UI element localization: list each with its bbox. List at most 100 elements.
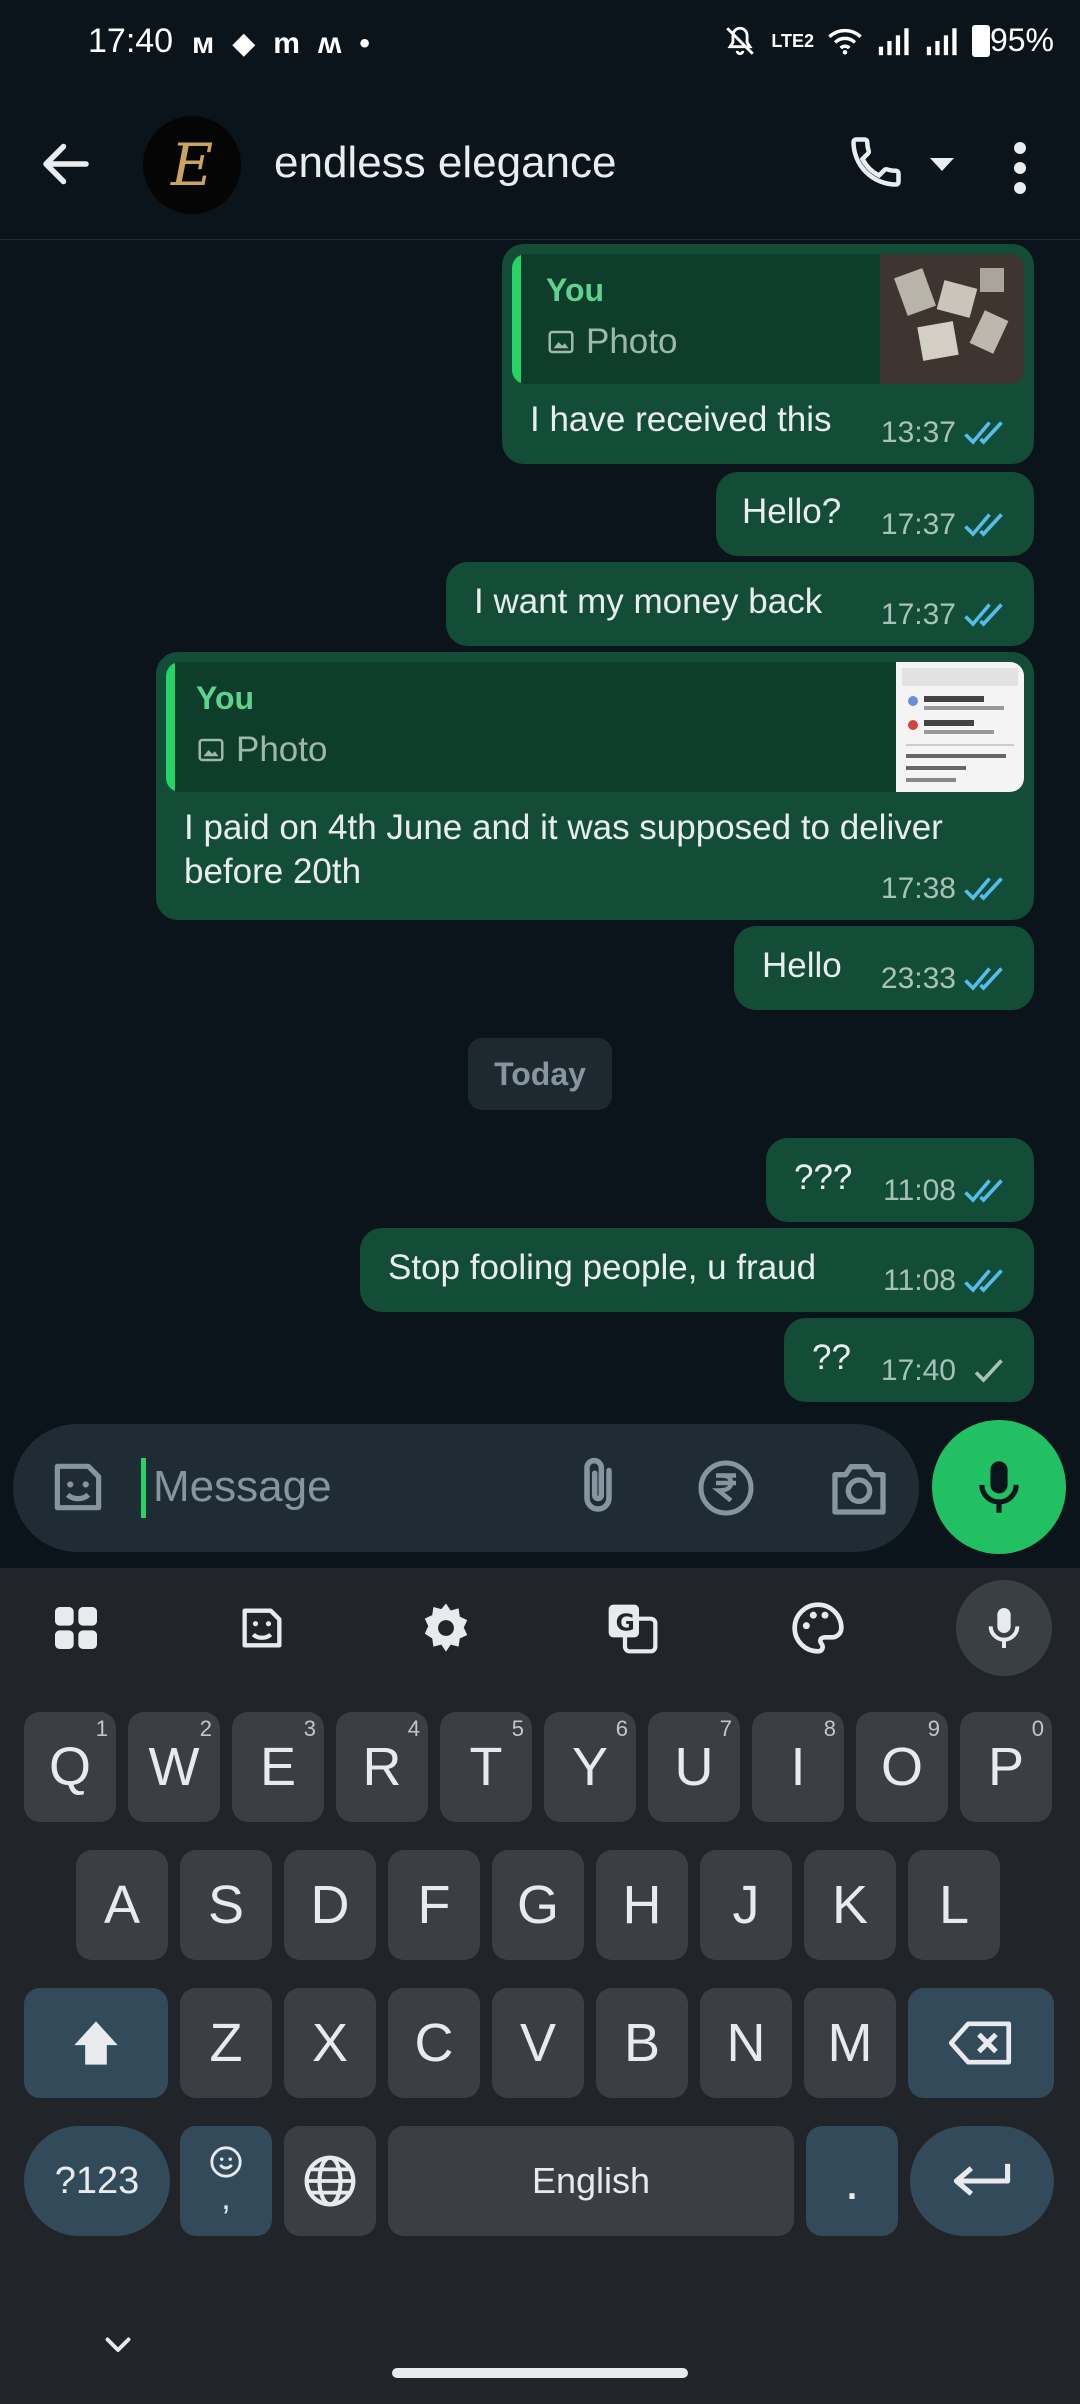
key-y[interactable]: Y6 bbox=[544, 1712, 636, 1822]
more-options-icon[interactable] bbox=[1000, 138, 1040, 198]
key-r[interactable]: R4 bbox=[336, 1712, 428, 1822]
attach-icon[interactable] bbox=[565, 1454, 631, 1520]
sticker-icon[interactable] bbox=[230, 1596, 294, 1660]
theme-palette-icon[interactable] bbox=[786, 1596, 850, 1660]
key-f[interactable]: F bbox=[388, 1850, 480, 1960]
backspace-icon bbox=[949, 2021, 1012, 2065]
key-t[interactable]: T5 bbox=[440, 1712, 532, 1822]
shift-key[interactable] bbox=[24, 1988, 168, 2098]
photo-thumbnail[interactable] bbox=[880, 254, 1024, 384]
key-q[interactable]: Q1 bbox=[24, 1712, 116, 1822]
language-key[interactable] bbox=[284, 2126, 376, 2236]
contact-name[interactable]: endless elegance bbox=[274, 138, 616, 188]
symbols-key[interactable]: ?123 bbox=[24, 2126, 170, 2236]
space-key[interactable]: English bbox=[388, 2126, 794, 2236]
key-m[interactable]: M bbox=[804, 1988, 896, 2098]
key-d[interactable]: D bbox=[284, 1850, 376, 1960]
backspace-key[interactable] bbox=[908, 1988, 1054, 2098]
photo-thumbnail[interactable] bbox=[896, 662, 1024, 792]
text-cursor bbox=[141, 1458, 146, 1518]
key-c[interactable]: C bbox=[388, 1988, 480, 2098]
network-type: LTE2 bbox=[771, 30, 814, 51]
battery-level: 95% bbox=[989, 22, 1054, 58]
voice-record-button[interactable] bbox=[932, 1420, 1066, 1554]
key-x[interactable]: X bbox=[284, 1988, 376, 2098]
voice-call-icon[interactable] bbox=[846, 132, 906, 192]
call-options-caret-icon[interactable] bbox=[930, 158, 954, 171]
key-label: L bbox=[938, 1875, 970, 1935]
message-meta: 17:38 bbox=[881, 872, 1012, 906]
quote-bar bbox=[512, 254, 521, 384]
contact-avatar[interactable]: E bbox=[143, 116, 241, 214]
settings-gear-icon[interactable] bbox=[414, 1596, 478, 1660]
key-s[interactable]: S bbox=[180, 1850, 272, 1960]
shift-icon bbox=[74, 2021, 118, 2065]
sent-tick-icon bbox=[974, 1359, 1003, 1383]
message-list[interactable]: You Photo I have received this 13:37 Hel… bbox=[0, 240, 1080, 1420]
read-ticks-icon bbox=[964, 603, 1003, 627]
wifi-icon bbox=[828, 28, 862, 55]
key-label: T bbox=[469, 1737, 503, 1797]
gesture-nav-handle[interactable] bbox=[392, 2368, 688, 2378]
period-key[interactable]: . bbox=[806, 2126, 898, 2236]
key-w[interactable]: W2 bbox=[128, 1712, 220, 1822]
key-g[interactable]: G bbox=[492, 1850, 584, 1960]
key-b[interactable]: B bbox=[596, 1988, 688, 2098]
message-time: 13:37 bbox=[880, 416, 956, 449]
quoted-message[interactable]: You Photo bbox=[166, 662, 1024, 792]
system-icons: LTE2 bbox=[723, 24, 990, 58]
camera-icon[interactable] bbox=[827, 1458, 891, 1518]
key-label: P bbox=[987, 1737, 1025, 1797]
message-input[interactable] bbox=[153, 1452, 553, 1522]
key-label: N bbox=[726, 2013, 766, 2073]
key-label: Q bbox=[48, 1737, 91, 1797]
message-bubble[interactable]: You Photo I paid on 4th June and it was … bbox=[156, 652, 1034, 920]
emoji-icon bbox=[210, 2145, 242, 2178]
sticker-emoji-icon[interactable] bbox=[47, 1456, 109, 1518]
message-bubble[interactable]: Stop fooling people, u fraud 11:08 bbox=[360, 1228, 1034, 1312]
back-arrow-icon[interactable] bbox=[36, 134, 96, 194]
key-label: G bbox=[516, 1875, 559, 1935]
quoted-message[interactable]: You Photo bbox=[512, 254, 1024, 384]
enter-key[interactable] bbox=[910, 2126, 1054, 2236]
quote-type: Photo bbox=[196, 730, 327, 770]
key-label: E bbox=[259, 1737, 297, 1797]
photo-icon bbox=[198, 738, 224, 762]
payment-rupee-icon[interactable] bbox=[696, 1458, 756, 1518]
key-u[interactable]: U7 bbox=[648, 1712, 740, 1822]
apps-grid-icon[interactable] bbox=[44, 1596, 108, 1660]
emoji-comma-key[interactable]: , bbox=[180, 2126, 272, 2236]
key-label: Y bbox=[571, 1737, 609, 1797]
key-i[interactable]: I8 bbox=[752, 1712, 844, 1822]
microphone-icon bbox=[979, 1461, 1019, 1513]
message-bubble[interactable]: ?? 17:40 bbox=[784, 1318, 1034, 1402]
key-e[interactable]: E3 bbox=[232, 1712, 324, 1822]
hide-keyboard-chevron-icon[interactable] bbox=[100, 2326, 136, 2362]
key-k[interactable]: K bbox=[804, 1850, 896, 1960]
photo-icon bbox=[548, 330, 574, 354]
message-bubble[interactable]: Hello 23:33 bbox=[734, 926, 1034, 1010]
message-meta: 11:08 bbox=[883, 1264, 1012, 1298]
key-label: B bbox=[623, 2013, 661, 2073]
message-bubble[interactable]: ??? 11:08 bbox=[766, 1138, 1034, 1222]
key-a[interactable]: A bbox=[76, 1850, 168, 1960]
key-p[interactable]: P0 bbox=[960, 1712, 1052, 1822]
message-bubble[interactable]: I want my money back 17:37 bbox=[446, 562, 1034, 646]
battery-icon bbox=[972, 25, 990, 57]
key-j[interactable]: J bbox=[700, 1850, 792, 1960]
translate-icon[interactable]: G bbox=[600, 1596, 664, 1660]
key-l[interactable]: L bbox=[908, 1850, 1000, 1960]
voice-typing-icon[interactable] bbox=[956, 1580, 1052, 1676]
message-bubble[interactable]: You Photo I have received this 13:37 bbox=[502, 244, 1034, 464]
key-h[interactable]: H bbox=[596, 1850, 688, 1960]
message-bubble[interactable]: Hello? 17:37 bbox=[716, 472, 1034, 556]
key-n[interactable]: N bbox=[700, 1988, 792, 2098]
key-hint: 7 bbox=[719, 1716, 732, 1741]
key-v[interactable]: V bbox=[492, 1988, 584, 2098]
message-meta: 17:37 bbox=[881, 598, 1012, 632]
key-z[interactable]: Z bbox=[180, 1988, 272, 2098]
key-label: R bbox=[362, 1737, 402, 1797]
key-label: D bbox=[310, 1875, 350, 1935]
key-label: C bbox=[414, 2013, 454, 2073]
key-o[interactable]: O9 bbox=[856, 1712, 948, 1822]
